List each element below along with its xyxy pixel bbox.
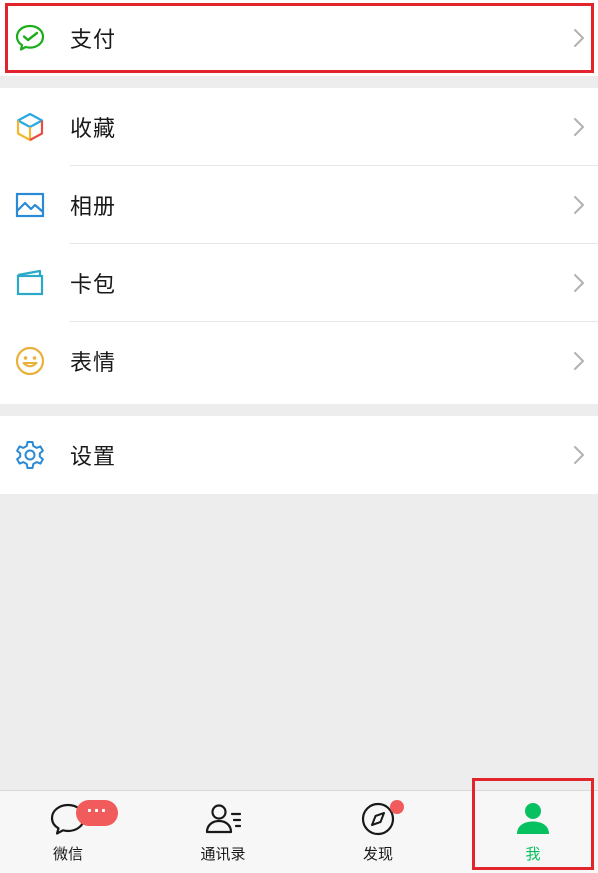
me-page: 支付 收藏 相册 卡包 表情 设置 微信 通讯录 发现 我 ··· xyxy=(0,0,598,873)
album-picture-icon xyxy=(14,189,46,221)
collections-group: 收藏 相册 卡包 表情 xyxy=(0,88,598,404)
pay-row[interactable]: 支付 xyxy=(0,0,598,76)
settings-label: 设置 xyxy=(70,445,117,470)
favorites-row[interactable]: 收藏 xyxy=(0,88,598,166)
album-row[interactable]: 相册 xyxy=(0,166,598,244)
pay-label: 支付 xyxy=(70,28,117,53)
person-icon xyxy=(517,803,549,834)
chevron-right-icon xyxy=(574,274,584,292)
chevron-right-icon xyxy=(574,352,584,370)
stickers-label: 表情 xyxy=(70,351,117,376)
gear-icon xyxy=(14,439,46,471)
sticker-smile-icon xyxy=(14,345,46,377)
chevron-right-icon xyxy=(574,118,584,136)
settings-group: 设置 xyxy=(0,416,598,494)
stickers-row[interactable]: 表情 xyxy=(0,322,598,400)
tab-me[interactable]: 我 xyxy=(473,791,593,873)
chevron-right-icon xyxy=(574,29,584,47)
cards-label: 卡包 xyxy=(70,273,117,298)
discover-new-dot xyxy=(390,800,404,814)
settings-row[interactable]: 设置 xyxy=(0,416,598,494)
favorites-label: 收藏 xyxy=(70,117,117,142)
tab-chats-label: 微信 xyxy=(52,845,83,863)
chevron-right-icon xyxy=(574,446,584,464)
contacts-icon xyxy=(205,804,242,834)
pay-group: 支付 xyxy=(0,0,598,76)
tab-contacts-label: 通讯录 xyxy=(200,845,246,863)
chevron-right-icon xyxy=(574,196,584,214)
cards-row[interactable]: 卡包 xyxy=(0,244,598,322)
tab-me-label: 我 xyxy=(525,845,541,863)
tab-discover[interactable]: 发现 xyxy=(318,791,438,873)
chats-unread-badge: ··· xyxy=(76,800,118,826)
tab-contacts[interactable]: 通讯录 xyxy=(163,791,283,873)
album-label: 相册 xyxy=(70,195,117,220)
favorites-cube-icon xyxy=(14,111,46,143)
wechat-pay-icon xyxy=(14,22,46,54)
tab-discover-label: 发现 xyxy=(362,845,393,863)
card-wallet-icon xyxy=(14,267,46,299)
